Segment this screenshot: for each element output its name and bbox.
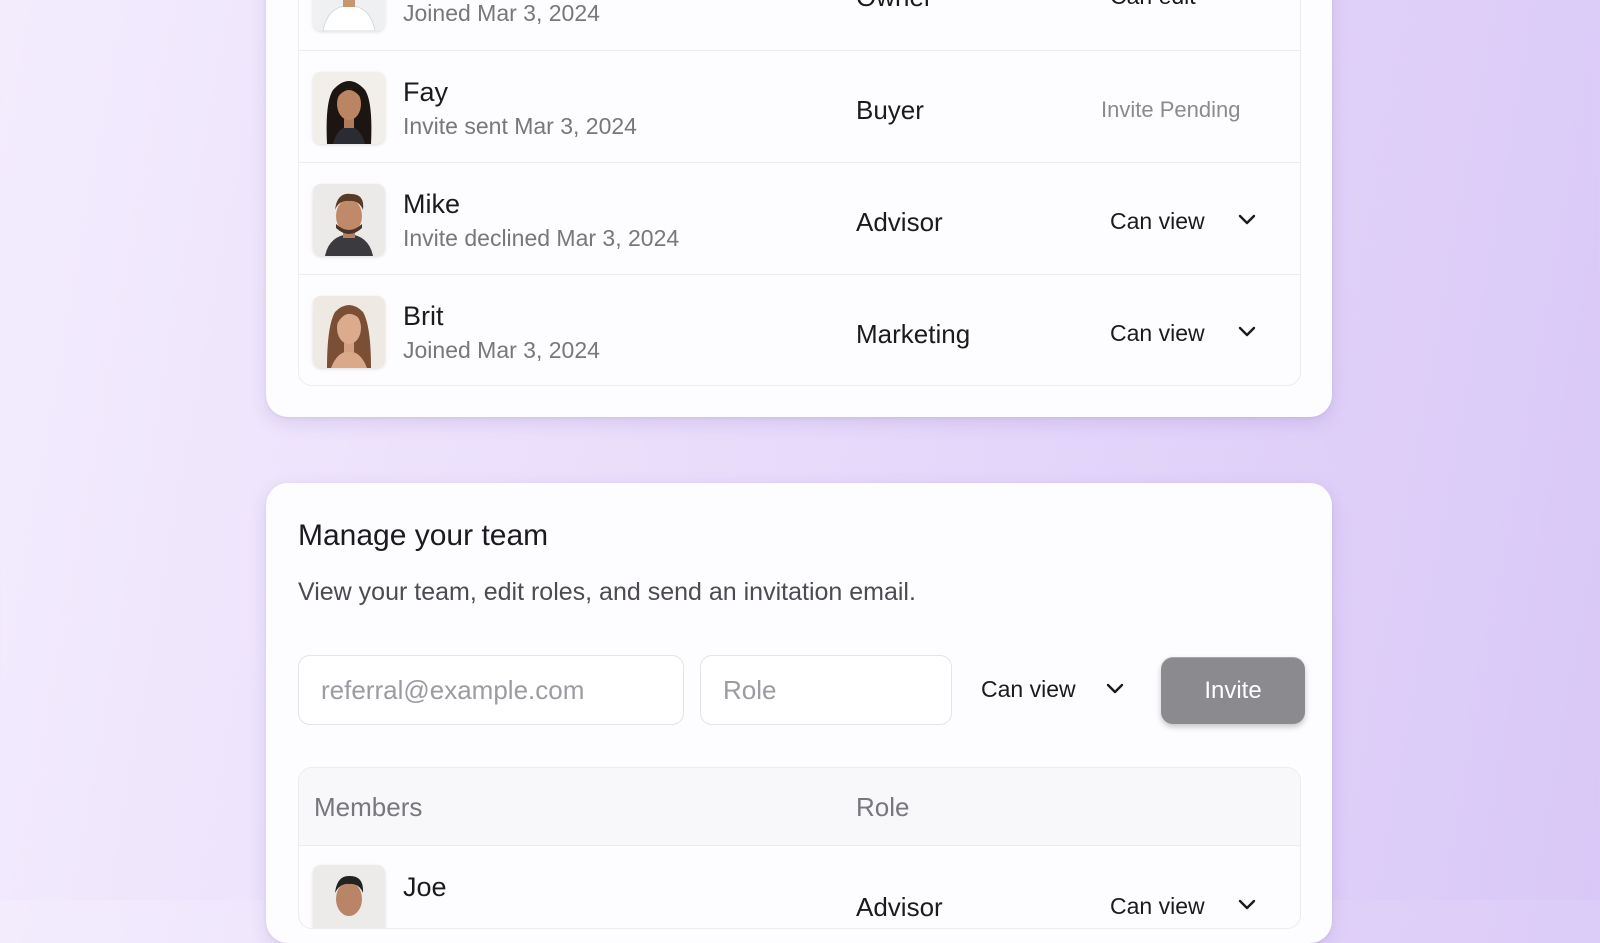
member-row-joe: Joe Advisor Can view bbox=[299, 846, 1300, 928]
table-header: Members Role bbox=[299, 768, 1300, 846]
member-row-mike: Mike Invite declined Mar 3, 2024 Advisor… bbox=[299, 162, 1300, 274]
members-table: Joined Mar 3, 2024 Owner Can edit Fay In… bbox=[298, 0, 1301, 386]
invite-button[interactable]: Invite bbox=[1161, 657, 1305, 724]
woman-dark-hair-avatar bbox=[313, 72, 385, 144]
member-subtitle: Invite declined Mar 3, 2024 bbox=[403, 225, 680, 251]
member-role: Advisor bbox=[856, 207, 943, 237]
permission-dropdown[interactable]: Can view bbox=[1110, 208, 1205, 235]
member-subtitle: Joined Mar 3, 2024 bbox=[403, 337, 600, 363]
member-subtitle: Invite sent Mar 3, 2024 bbox=[403, 113, 637, 139]
member-subtitle: Joined Mar 3, 2024 bbox=[403, 0, 600, 26]
member-row-owner: Joined Mar 3, 2024 Owner Can edit bbox=[299, 0, 1300, 50]
role-column-header: Role bbox=[856, 792, 910, 822]
member-row-fay: Fay Invite sent Mar 3, 2024 Buyer Invite… bbox=[299, 50, 1300, 162]
invite-pending-status: Invite Pending bbox=[1101, 97, 1241, 122]
chevron-down-icon[interactable] bbox=[1236, 894, 1258, 916]
permission-dropdown[interactable]: Can view bbox=[1110, 893, 1205, 920]
member-name: Brit bbox=[403, 301, 444, 331]
permission-dropdown[interactable]: Can edit bbox=[1110, 0, 1196, 10]
permission-dropdown[interactable]: Can view bbox=[1110, 320, 1205, 347]
chevron-down-icon[interactable] bbox=[1236, 209, 1258, 231]
man-dark-hair-avatar bbox=[313, 865, 385, 928]
chevron-down-icon[interactable] bbox=[1236, 321, 1258, 343]
chevron-down-icon[interactable] bbox=[1104, 678, 1126, 700]
permission-select[interactable]: Can view bbox=[981, 676, 1076, 703]
member-name: Fay bbox=[403, 77, 449, 107]
member-role: Buyer bbox=[856, 95, 924, 125]
team-table: Members Role Joe Advisor Can view bbox=[298, 767, 1301, 929]
member-role: Marketing bbox=[856, 319, 971, 349]
man-brown-hair-avatar bbox=[313, 184, 385, 256]
man-white-shirt-avatar bbox=[313, 0, 385, 31]
section-description: View your team, edit roles, and send an … bbox=[298, 578, 916, 606]
manage-team-card: Manage your team View your team, edit ro… bbox=[266, 483, 1332, 943]
woman-auburn-hair-avatar bbox=[313, 296, 385, 368]
member-row-brit: Brit Joined Mar 3, 2024 Marketing Can vi… bbox=[299, 274, 1300, 385]
member-role: Owner bbox=[856, 0, 933, 13]
members-column-header: Members bbox=[314, 792, 423, 822]
role-input[interactable] bbox=[700, 655, 952, 725]
member-role: Advisor bbox=[856, 892, 943, 922]
section-title: Manage your team bbox=[298, 519, 549, 552]
email-input[interactable] bbox=[298, 655, 684, 725]
team-members-card: Joined Mar 3, 2024 Owner Can edit Fay In… bbox=[266, 0, 1332, 417]
member-name: Mike bbox=[403, 189, 461, 219]
member-name: Joe bbox=[403, 872, 447, 902]
